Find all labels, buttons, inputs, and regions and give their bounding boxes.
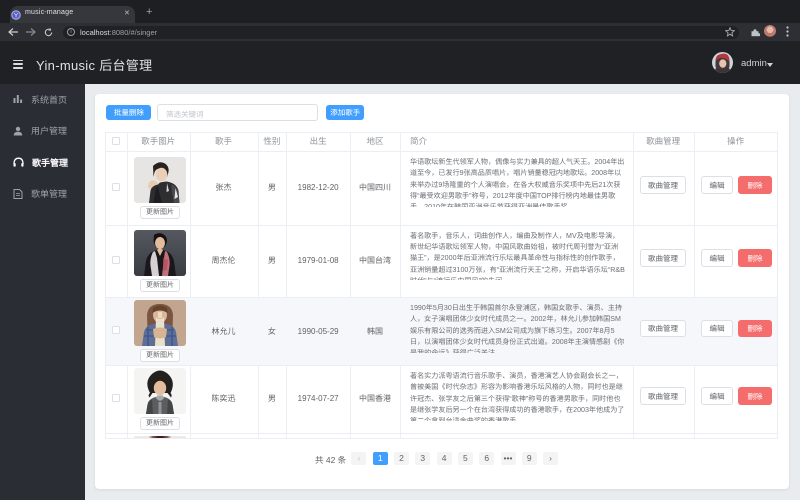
svg-text:Y: Y: [14, 12, 19, 19]
